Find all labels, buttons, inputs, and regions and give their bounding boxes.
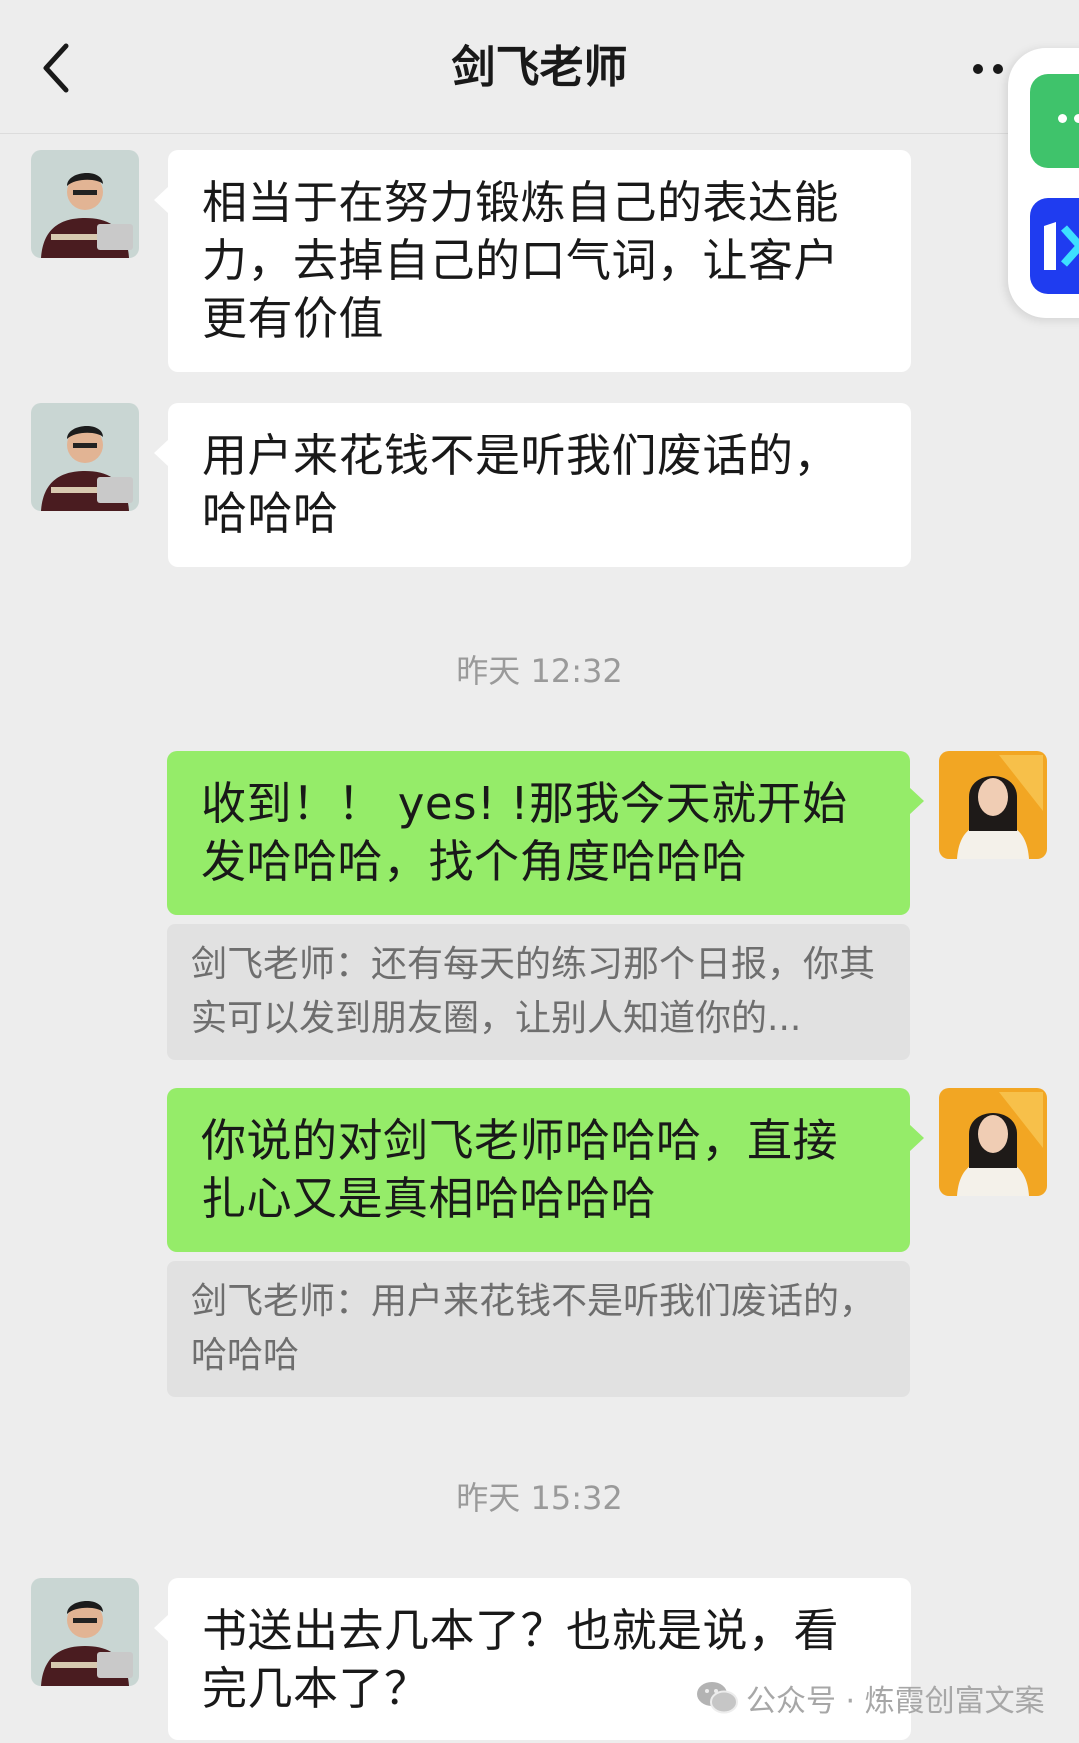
timestamp: 昨天 12:32	[456, 652, 623, 690]
watermark-text: 公众号 · 炼霞创富文案	[746, 1684, 1045, 1719]
self-avatar[interactable]	[939, 751, 1047, 859]
contact-avatar[interactable]	[31, 150, 139, 258]
wechat-icon	[697, 1682, 738, 1714]
floating-app-icon[interactable]	[1030, 198, 1079, 294]
watermark: 公众号 · 炼霞创富文案	[696, 1676, 1045, 1720]
contact-avatar[interactable]	[31, 1578, 139, 1686]
message-bubble-sent[interactable]: 你说的对剑飞老师哈哈哈，直接扎心又是真相哈哈哈哈	[167, 1088, 924, 1252]
quoted-message[interactable]: 剑飞老师：还有每天的练习那个日报，你其实可以发到朋友圈，让别人知道你的...	[167, 924, 910, 1060]
message-bubble-sent[interactable]: 收到！！ yes! !那我今天就开始发哈哈哈，找个角度哈哈哈	[167, 751, 924, 915]
chat-header: 剑飞老师	[0, 0, 1079, 134]
message-bubble-received[interactable]: 相当于在努力锻炼自己的表达能力，去掉自己的口气词，让客户更有价值	[154, 150, 911, 372]
self-avatar[interactable]	[939, 1088, 1047, 1196]
quoted-message[interactable]: 剑飞老师：用户来花钱不是听我们废话的，哈哈哈	[167, 1261, 910, 1397]
message-bubble-received[interactable]: 用户来花钱不是听我们废话的，哈哈哈	[154, 403, 911, 567]
contact-avatar[interactable]	[31, 403, 139, 511]
floating-chat-icon[interactable]	[1030, 74, 1079, 168]
chat-title: 剑飞老师	[451, 42, 628, 93]
timestamp: 昨天 15:32	[456, 1479, 623, 1517]
